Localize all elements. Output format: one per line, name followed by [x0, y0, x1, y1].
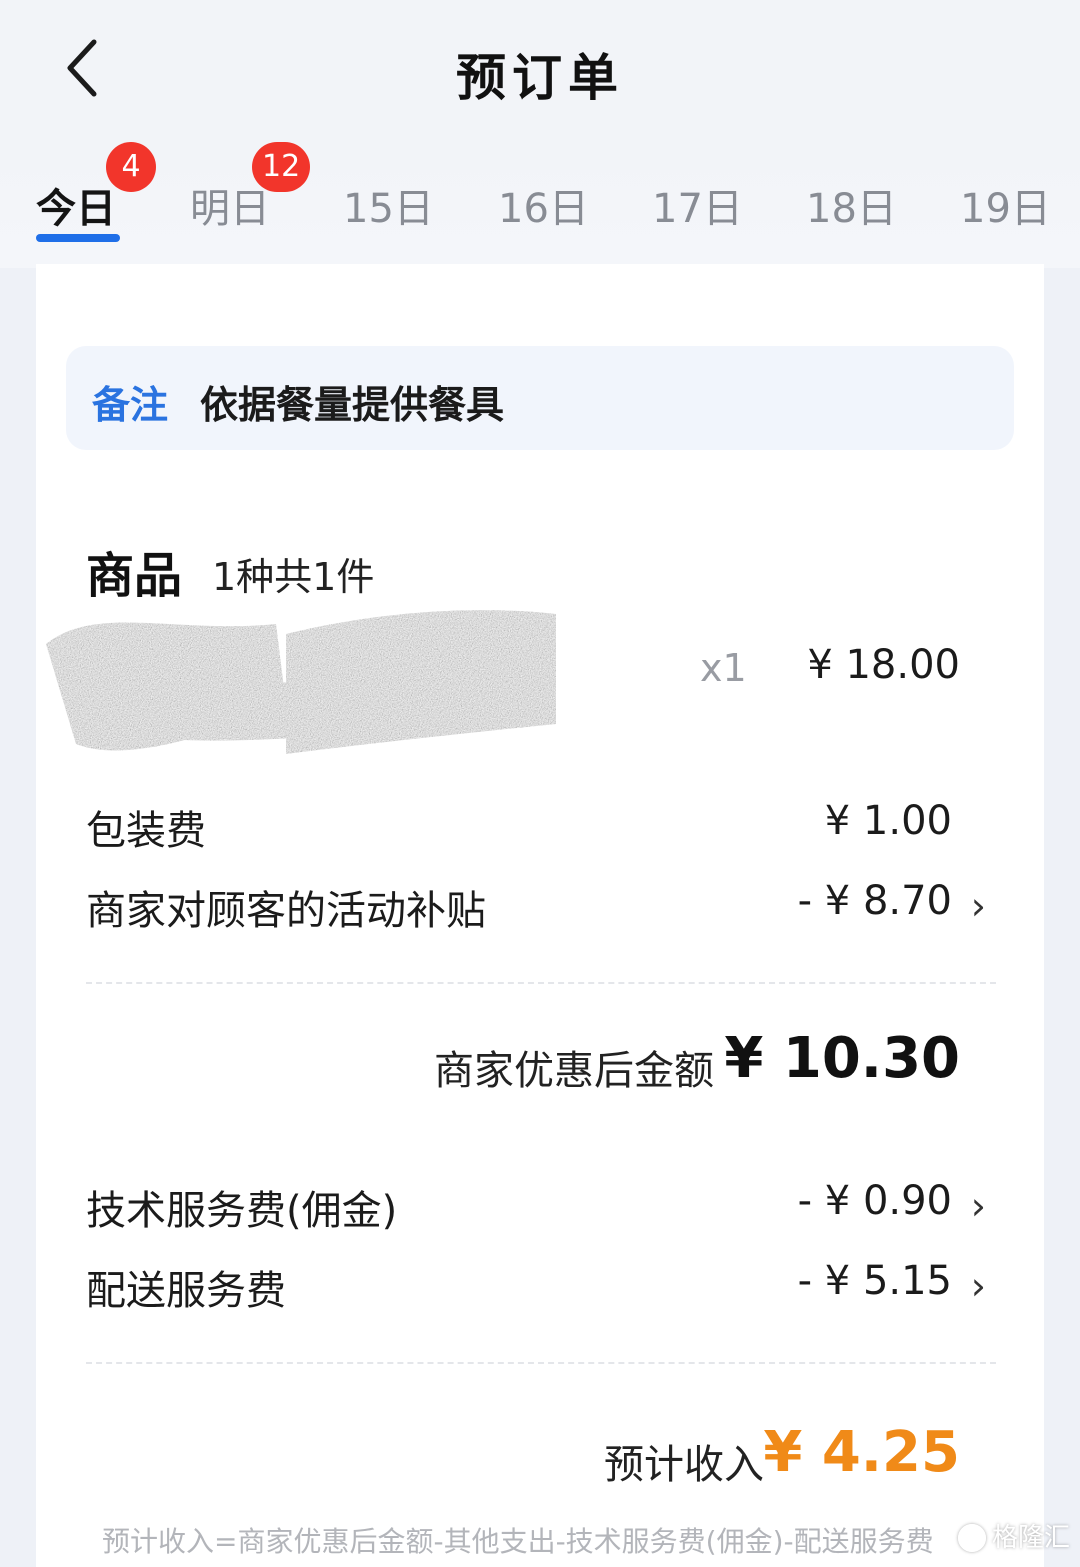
- tab-label: 16日: [498, 186, 589, 232]
- subtotal-value: ¥ 10.30: [724, 1026, 960, 1091]
- chevron-right-icon: ›: [970, 1184, 986, 1228]
- fee-row-packaging: 包装费 ¥ 1.00: [86, 798, 986, 858]
- fee-label: 包装费: [86, 808, 206, 854]
- note-text: 依据餐量提供餐具: [200, 383, 505, 427]
- order-note: 备注 依据餐量提供餐具: [66, 346, 1014, 450]
- order-detail-page: 预订单 今日 4 明日 12 15日 16日 17日 18日 19日 备注 依据…: [0, 0, 1080, 1567]
- income-formula-note: 预计收入=商家优惠后金额-其他支出-技术服务费(佣金)-配送服务费: [102, 1525, 934, 1558]
- tab-day-15[interactable]: 15日: [343, 176, 434, 246]
- tab-day-18[interactable]: 18日: [806, 176, 897, 246]
- income-value: ¥ 4.25: [763, 1420, 960, 1485]
- tab-label: 19日: [960, 186, 1051, 232]
- tab-day-19[interactable]: 19日: [960, 176, 1051, 246]
- watermark: 格隆汇: [957, 1517, 1070, 1557]
- item-quantity: x1: [700, 646, 747, 690]
- tab-count-badge: 4: [106, 142, 156, 192]
- tab-label: 18日: [806, 186, 897, 232]
- page-title: 预订单: [456, 49, 624, 107]
- active-tab-indicator: [36, 234, 120, 242]
- fee-value: ¥ 1.00: [824, 798, 952, 844]
- deduction-row-commission[interactable]: 技术服务费(佣金) - ¥ 0.90 ›: [86, 1178, 986, 1238]
- tab-count-badge: 12: [252, 142, 311, 192]
- tab-label: 明日: [190, 186, 270, 232]
- deduction-label: 技术服务费(佣金): [86, 1188, 398, 1234]
- order-card: 备注 依据餐量提供餐具 商品 1种共1件 x1 ¥ 18.00 包装费 ¥ 1.…: [36, 264, 1044, 1567]
- deduction-row-delivery[interactable]: 配送服务费 - ¥ 5.15 ›: [86, 1258, 986, 1318]
- tab-today[interactable]: 今日 4: [36, 142, 156, 246]
- chevron-right-icon: ›: [970, 884, 986, 928]
- note-label: 备注: [92, 383, 169, 427]
- tab-label: 15日: [343, 186, 434, 232]
- tab-label: 今日: [36, 186, 116, 232]
- fee-value: - ¥ 8.70: [797, 878, 952, 924]
- fee-row-merchant-subsidy[interactable]: 商家对顾客的活动补贴 - ¥ 8.70 ›: [86, 878, 986, 938]
- redacted-item-name: [46, 610, 556, 754]
- subtotal-label: 商家优惠后金额: [434, 1048, 714, 1094]
- tab-day-17[interactable]: 17日: [652, 176, 743, 246]
- header-bar: 预订单: [0, 0, 1080, 140]
- deduction-value: - ¥ 5.15: [797, 1258, 952, 1304]
- date-tabs: 今日 4 明日 12 15日 16日 17日 18日 19日: [0, 140, 1080, 268]
- tab-tomorrow[interactable]: 明日 12: [190, 142, 311, 246]
- item-price: ¥ 18.00: [807, 642, 960, 688]
- fee-label: 商家对顾客的活动补贴: [86, 888, 486, 934]
- watermark-logo-icon: [957, 1524, 986, 1552]
- deduction-label: 配送服务费: [86, 1268, 286, 1314]
- deduction-value: - ¥ 0.90: [797, 1178, 952, 1224]
- chevron-right-icon: ›: [970, 1264, 986, 1308]
- tab-day-16[interactable]: 16日: [498, 176, 589, 246]
- tab-label: 17日: [652, 186, 743, 232]
- watermark-text: 格隆汇: [991, 1523, 1070, 1553]
- dashed-divider: [86, 1362, 996, 1364]
- dashed-divider: [86, 982, 996, 984]
- goods-count: 1种共1件: [212, 555, 375, 599]
- income-label: 预计收入: [604, 1442, 764, 1488]
